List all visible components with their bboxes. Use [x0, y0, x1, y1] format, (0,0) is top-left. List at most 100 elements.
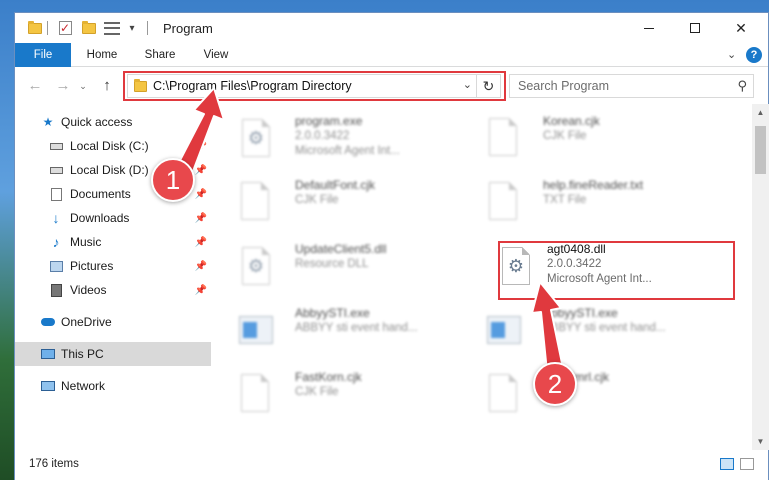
navigation-pane: ★ Quick access Local Disk (C:) 📌 Local D… [15, 104, 211, 450]
sidebar-item-local-disk-c[interactable]: Local Disk (C:) 📌 [15, 134, 211, 158]
properties-icon[interactable] [101, 19, 123, 37]
file-name: AbbyySTI.exe [295, 306, 370, 320]
file-name: AbbyySTI.exe [543, 306, 618, 320]
sidebar-item-downloads[interactable]: ↓ Downloads 📌 [15, 206, 211, 230]
file-name: FastKorn.cjk [295, 370, 362, 384]
tab-file[interactable]: File [15, 43, 71, 67]
pin-icon[interactable]: 📌 [195, 141, 207, 152]
sidebar-item-label: Local Disk (C:) [70, 139, 149, 153]
star-icon: ★ [42, 115, 54, 129]
file-item[interactable]: help.fineReader.txt TXT File [459, 174, 704, 230]
file-version: 2.0.0.3422 [295, 130, 350, 142]
sidebar-item-label: OneDrive [61, 315, 112, 329]
file-item[interactable]: FastKorn.cjk CJK File [211, 366, 456, 422]
disk-icon [49, 163, 63, 177]
file-icon [489, 118, 519, 158]
expand-ribbon-icon[interactable]: ⌄ [727, 48, 736, 61]
address-highlight-box [123, 71, 506, 101]
vertical-scrollbar[interactable]: ▲ ▼ [752, 104, 769, 450]
pin-icon[interactable]: 📌 [195, 189, 207, 200]
search-box[interactable]: Search Program ⚲ [509, 74, 754, 98]
file-name: Korean.cjk [543, 114, 600, 128]
details-view-icon[interactable] [720, 458, 734, 470]
sidebar-item-music[interactable]: ♪ Music 📌 [15, 230, 211, 254]
file-item[interactable]: Korean.cjk CJK File [459, 110, 704, 166]
explorer-window: ✓ ▾ Program ✕ File Home Share View ⌄ ? ←… [14, 12, 769, 480]
sidebar-item-this-pc[interactable]: This PC [15, 342, 211, 366]
maximize-icon [690, 23, 700, 33]
file-item[interactable]: DefaultFont.cjk CJK File [211, 174, 456, 230]
sidebar-item-network[interactable]: Network [15, 374, 211, 398]
sidebar-item-label: Documents [70, 187, 131, 201]
pin-icon[interactable]: 📌 [195, 285, 207, 296]
sidebar-item-label: Pictures [70, 259, 114, 273]
file-icon [241, 182, 271, 222]
scrollbar-thumb[interactable] [755, 126, 766, 174]
file-name: program.exe [295, 114, 363, 128]
back-arrow-icon[interactable]: ← [25, 76, 45, 96]
sidebar-item-videos[interactable]: Videos 📌 [15, 278, 211, 302]
sidebar-item-label: Network [61, 379, 106, 393]
file-icon [241, 374, 271, 414]
title-bar: ✓ ▾ Program ✕ [15, 13, 768, 43]
file-item[interactable]: FastKmrl.cjk [459, 366, 704, 422]
recent-locations-icon[interactable]: ⌄ [73, 76, 93, 96]
callout-badge-one: 1 [151, 158, 195, 202]
minimize-icon [644, 27, 654, 29]
maximize-button[interactable] [672, 13, 718, 43]
scroll-up-icon[interactable]: ▲ [752, 104, 769, 121]
file-item[interactable]: AbbyySTI.exe ABBYY sti event hand... [459, 302, 704, 358]
file-item[interactable]: ⚙ UpdateClient5.dll Resource DLL [211, 238, 456, 294]
search-input[interactable]: Search Program [518, 79, 609, 93]
file-highlight-box [498, 241, 735, 300]
cloud-icon [41, 315, 55, 329]
tab-view[interactable]: View [195, 43, 237, 67]
large-icons-view-icon[interactable] [740, 458, 754, 470]
sidebar-item-pictures[interactable]: Pictures 📌 [15, 254, 211, 278]
close-button[interactable]: ✕ [718, 13, 764, 43]
item-count: 176 items [29, 458, 79, 470]
pin-icon[interactable]: 📌 [195, 237, 207, 248]
installer-icon: ⚙ [241, 118, 271, 158]
divider [147, 21, 148, 35]
tab-share[interactable]: Share [137, 43, 183, 67]
ribbon-tabs: File Home Share View ⌄ ? [15, 43, 768, 67]
file-list: ⚙ program.exe 2.0.0.3422 Microsoft Agent… [211, 104, 752, 450]
properties-check-icon[interactable]: ✓ [55, 19, 75, 37]
sidebar-item-quick-access[interactable]: ★ Quick access [15, 110, 211, 134]
minimize-button[interactable] [626, 13, 672, 43]
divider [47, 21, 48, 35]
download-icon: ↓ [52, 210, 60, 226]
help-icon[interactable]: ? [746, 47, 762, 63]
customize-quick-access-icon[interactable]: ▾ [125, 19, 139, 37]
pictures-icon [49, 259, 63, 273]
status-bar: 176 items [15, 450, 768, 480]
file-icon [489, 374, 519, 414]
forward-arrow-icon[interactable]: → [53, 76, 73, 96]
callout-badge-two: 2 [533, 362, 577, 406]
file-item[interactable]: AbbyySTI.exe ABBYY sti event hand... [211, 302, 456, 358]
file-name: DefaultFont.cjk [295, 178, 376, 192]
sidebar-item-label: Music [70, 235, 102, 249]
pin-icon[interactable]: 📌 [195, 165, 207, 176]
sidebar-item-label: Local Disk (D:) [70, 163, 149, 177]
file-description: ABBYY sti event hand... [543, 322, 666, 334]
tab-home[interactable]: Home [79, 43, 125, 67]
sidebar-item-label: Downloads [70, 211, 130, 225]
documents-icon [49, 187, 63, 201]
pin-icon[interactable]: 📌 [195, 213, 207, 224]
file-description: Microsoft Agent Int... [295, 145, 400, 157]
pin-icon[interactable]: 📌 [195, 261, 207, 272]
videos-icon [49, 283, 63, 297]
new-folder-icon[interactable] [79, 19, 99, 37]
up-arrow-icon[interactable]: ↑ [97, 76, 117, 96]
file-item[interactable]: ⚙ program.exe 2.0.0.3422 Microsoft Agent… [211, 110, 456, 166]
exe-icon [239, 310, 273, 350]
exe-icon [487, 310, 521, 350]
folder-icon [25, 19, 45, 37]
file-icon [489, 182, 519, 222]
scroll-down-icon[interactable]: ▼ [752, 433, 769, 450]
navigation-bar: ← → ⌄ ↑ C:\Program Files\Program Directo… [15, 68, 768, 104]
search-icon[interactable]: ⚲ [737, 78, 747, 94]
sidebar-item-onedrive[interactable]: OneDrive [15, 310, 211, 334]
